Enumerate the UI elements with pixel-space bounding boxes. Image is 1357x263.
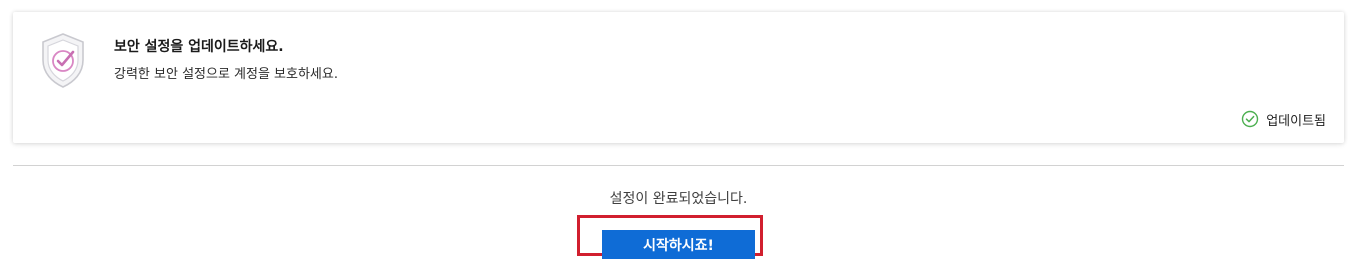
- security-settings-card: 보안 설정을 업데이트하세요. 강력한 보안 설정으로 계정을 보호하세요. 업…: [13, 12, 1344, 143]
- completion-message: 설정이 완료되었습니다.: [609, 191, 748, 207]
- check-circle-icon: [1241, 110, 1259, 128]
- shield-check-icon: [42, 33, 84, 88]
- card-title: 보안 설정을 업데이트하세요.: [114, 39, 284, 55]
- status-indicator: 업데이트됨: [1241, 109, 1326, 129]
- section-divider: [13, 165, 1344, 166]
- card-description: 강력한 보안 설정으로 계정을 보호하세요.: [114, 67, 338, 82]
- security-setup-page: 보안 설정을 업데이트하세요. 강력한 보안 설정으로 계정을 보호하세요. 업…: [0, 0, 1357, 263]
- status-label: 업데이트됨: [1266, 113, 1326, 129]
- start-button[interactable]: 시작하시죠!: [602, 230, 755, 259]
